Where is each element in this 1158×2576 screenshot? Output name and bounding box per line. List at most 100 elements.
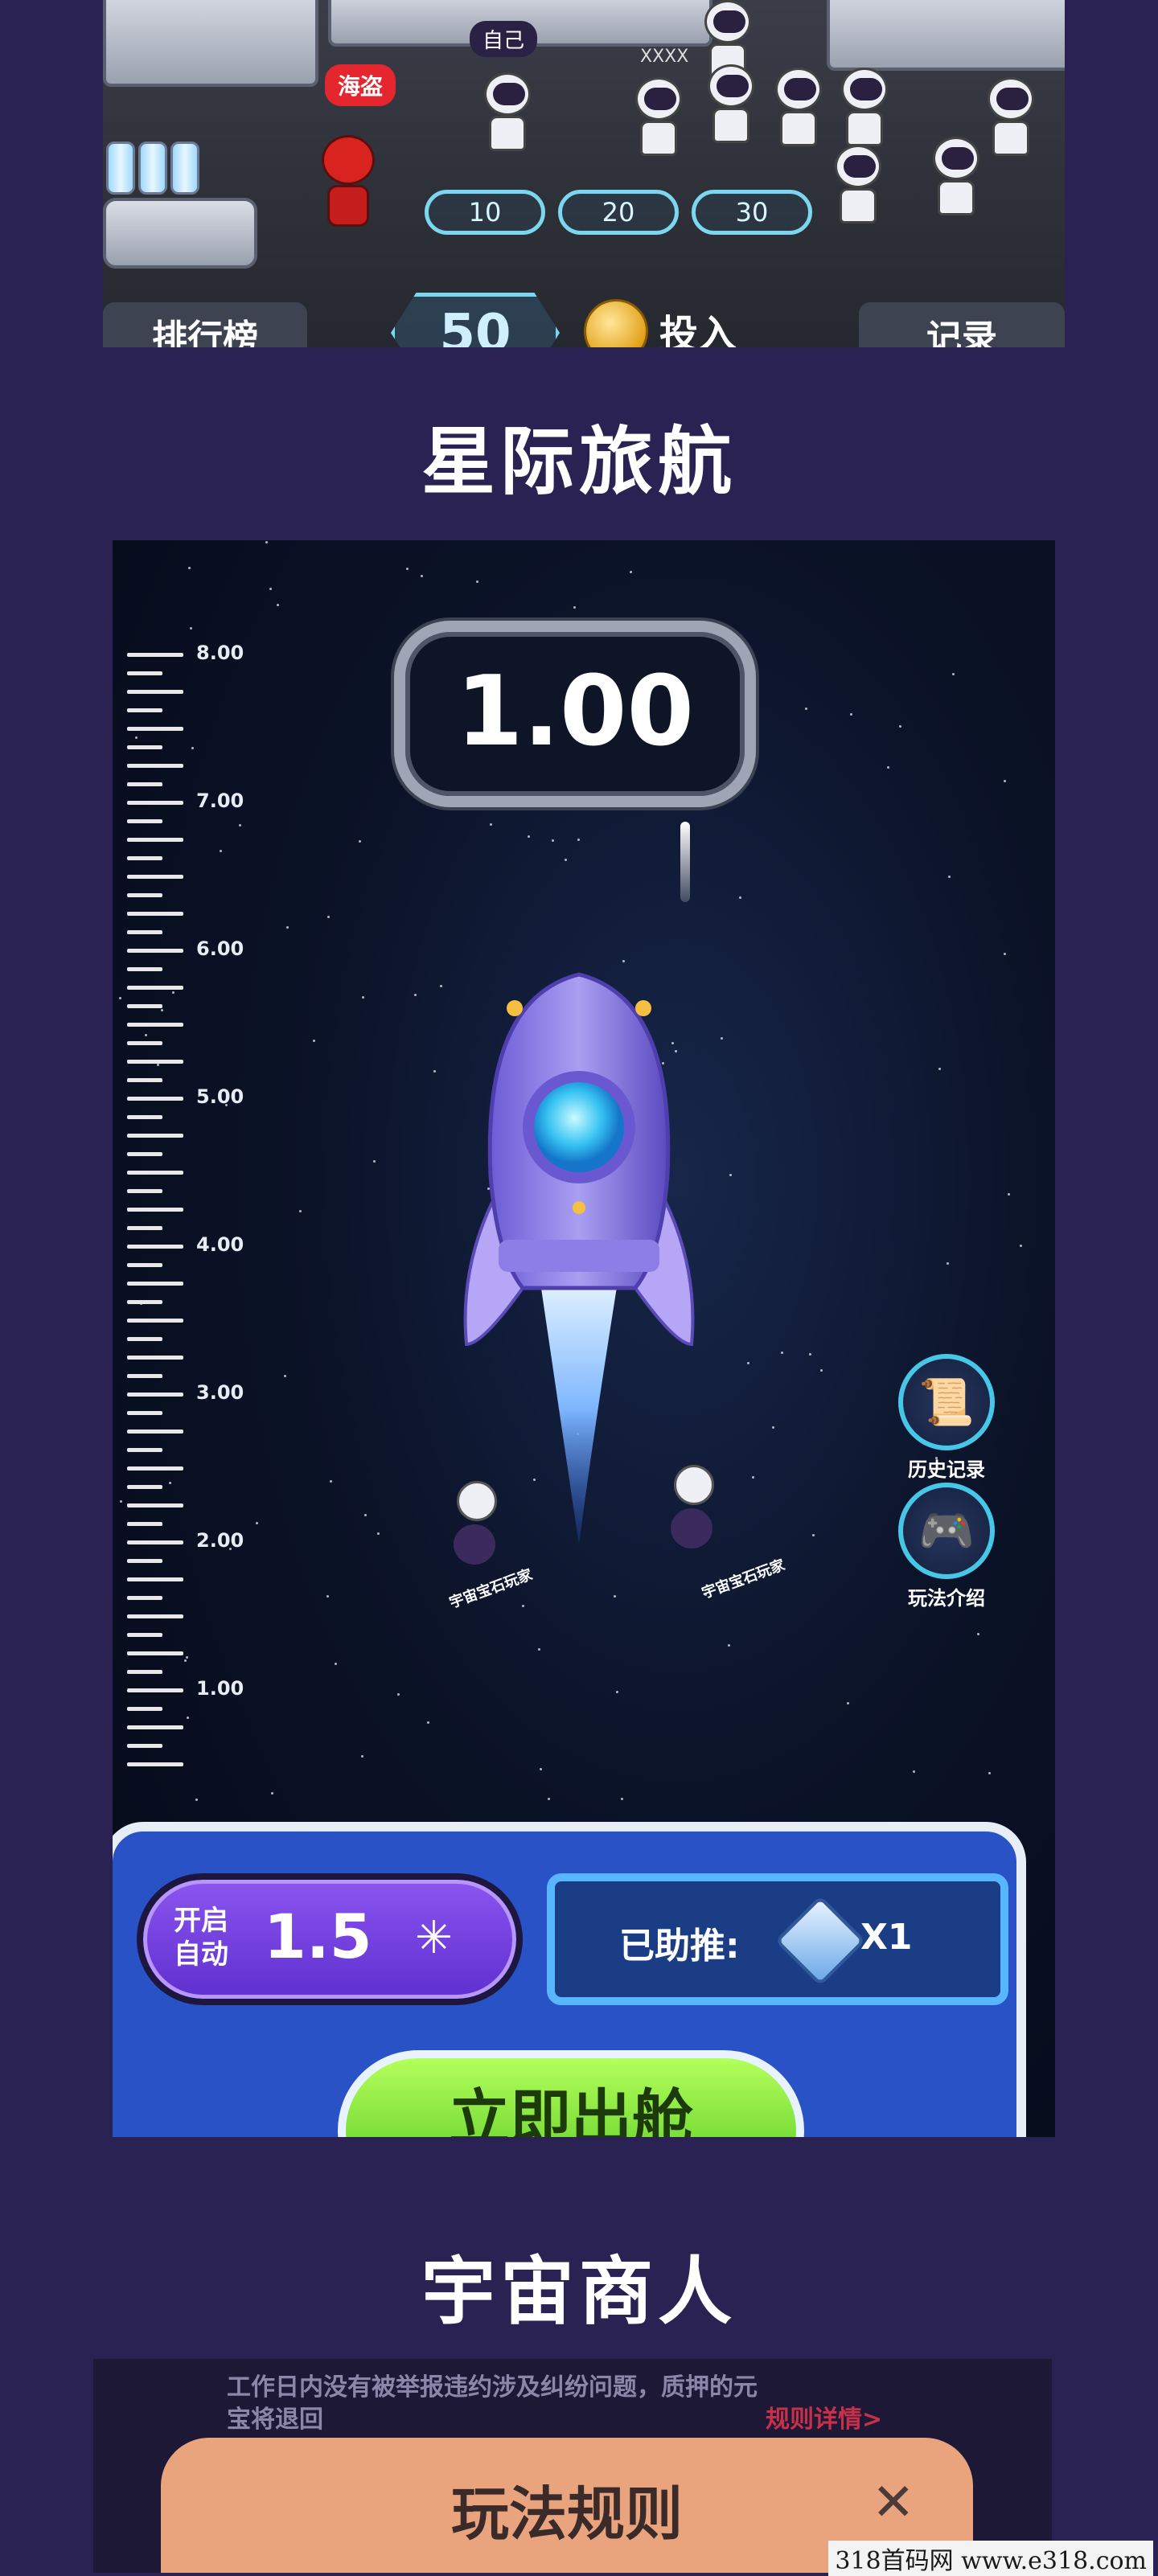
self-tag: 自己 (470, 21, 538, 57)
star (373, 1160, 376, 1163)
star (548, 1798, 550, 1800)
auto-start-toggle[interactable]: 开启 自动 1.5 ✳ (137, 1873, 523, 2005)
boost-count: X1 (860, 1917, 913, 1958)
star (362, 996, 364, 999)
falling-trail (680, 822, 690, 902)
rules-title: 玩法规则 (450, 2480, 683, 2548)
ruler-tick (127, 819, 162, 823)
star (330, 1480, 332, 1483)
ruler-tick (127, 1337, 162, 1341)
star (812, 1534, 815, 1536)
star (377, 1532, 380, 1535)
star (490, 823, 492, 826)
ruler-tick (127, 1115, 162, 1119)
ruler-tick (127, 1097, 183, 1101)
ruler-tick (127, 930, 162, 934)
ruler-tick (127, 986, 183, 990)
star (729, 1174, 732, 1176)
ruler-tick (127, 1004, 162, 1008)
star (614, 1595, 616, 1598)
ruler-tick (127, 1245, 183, 1249)
ruler-tick (127, 1633, 162, 1637)
star (433, 1070, 436, 1073)
star (938, 1068, 941, 1070)
star (622, 960, 625, 962)
auto-label: 开启 自动 (174, 1904, 228, 1971)
star (359, 840, 361, 843)
astronaut-player (835, 145, 881, 224)
launch-button[interactable]: 立即出舱 (338, 2050, 804, 2137)
star (887, 766, 889, 769)
ruler-tick (127, 949, 183, 953)
history-button[interactable]: 📜 历史记录 (886, 1354, 1007, 1483)
star (313, 1040, 315, 1042)
tube-2 (138, 142, 167, 195)
ruler-tick (127, 1688, 183, 1692)
ruler-tick (127, 1670, 162, 1674)
gamepad-icon: 🎮 (898, 1483, 995, 1579)
ruler-tick (127, 1448, 162, 1452)
star (528, 835, 530, 838)
player-name-tag: XXXX (640, 47, 689, 67)
selected-amount-display: 50 (391, 293, 560, 347)
cursor-click-icon: ✳ (415, 1912, 453, 1964)
ruler-label: 4.00 (196, 1233, 244, 1256)
astronaut-player-self (484, 72, 531, 151)
altitude-ruler: 8.00 7.00 6.00 5.00 4.00 3.00 2.00 1.00 (113, 540, 273, 1795)
ruler-tick (127, 1485, 162, 1489)
ruler-tick (127, 782, 162, 786)
ruler-label: 8.00 (196, 642, 244, 664)
ruler-tick (127, 1651, 183, 1655)
star (1004, 780, 1006, 782)
ruler-tick (127, 801, 183, 805)
star (299, 1210, 302, 1212)
star (335, 1663, 337, 1665)
star (721, 1037, 723, 1040)
close-icon[interactable]: ✕ (872, 2473, 915, 2533)
star (850, 713, 852, 716)
pirate-character (322, 135, 375, 230)
star (327, 916, 330, 918)
leaderboard-button[interactable]: 排行榜 (103, 302, 307, 347)
star (621, 1798, 623, 1800)
invest-button[interactable]: 投入 (659, 302, 737, 347)
star (427, 1721, 429, 1724)
amount-option-10[interactable]: 10 (425, 190, 545, 235)
star (988, 1772, 991, 1774)
record-button[interactable]: 记录 (859, 302, 1065, 347)
ruler-tick (127, 653, 183, 657)
ruler-tick (127, 1614, 183, 1618)
star (1020, 1245, 1022, 1247)
star (565, 859, 567, 861)
ruler-tick (127, 1503, 183, 1507)
howto-button[interactable]: 🎮 玩法介绍 (886, 1483, 1007, 1611)
astronaut-player (775, 68, 822, 146)
ruler-tick (127, 893, 162, 897)
notice-line-1: 工作日内没有被举报违约涉及纠纷问题，质押的元 (227, 2373, 758, 2402)
gem-icon (774, 1895, 866, 1987)
ruler-tick (127, 1430, 183, 1434)
ruler-tick (127, 1319, 183, 1323)
amount-option-20[interactable]: 20 (558, 190, 679, 235)
ruler-tick (127, 1725, 183, 1729)
star (440, 985, 442, 987)
ruler-tick (127, 745, 162, 749)
star (326, 1595, 329, 1598)
boost-status: 已助推: X1 (547, 1873, 1008, 2005)
star (573, 606, 576, 609)
star (820, 1369, 823, 1372)
control-panel: 开启 自动 1.5 ✳ 已助推: X1 立即出舱 (113, 1822, 1026, 2137)
star (421, 575, 423, 577)
ruler-tick (127, 1226, 162, 1230)
star (847, 1702, 849, 1704)
rules-detail-link[interactable]: 规则详情> (766, 2399, 882, 2434)
notice-line-2: 宝将退回 (227, 2406, 323, 2434)
astronaut-player (635, 77, 682, 156)
console-panel-right (827, 0, 1065, 71)
ruler-label: 7.00 (196, 790, 244, 812)
ruler-tick (127, 1707, 162, 1711)
star (752, 1476, 754, 1479)
console-panel-left (103, 0, 318, 87)
amount-option-30[interactable]: 30 (692, 190, 812, 235)
ruler-tick (127, 1596, 162, 1600)
